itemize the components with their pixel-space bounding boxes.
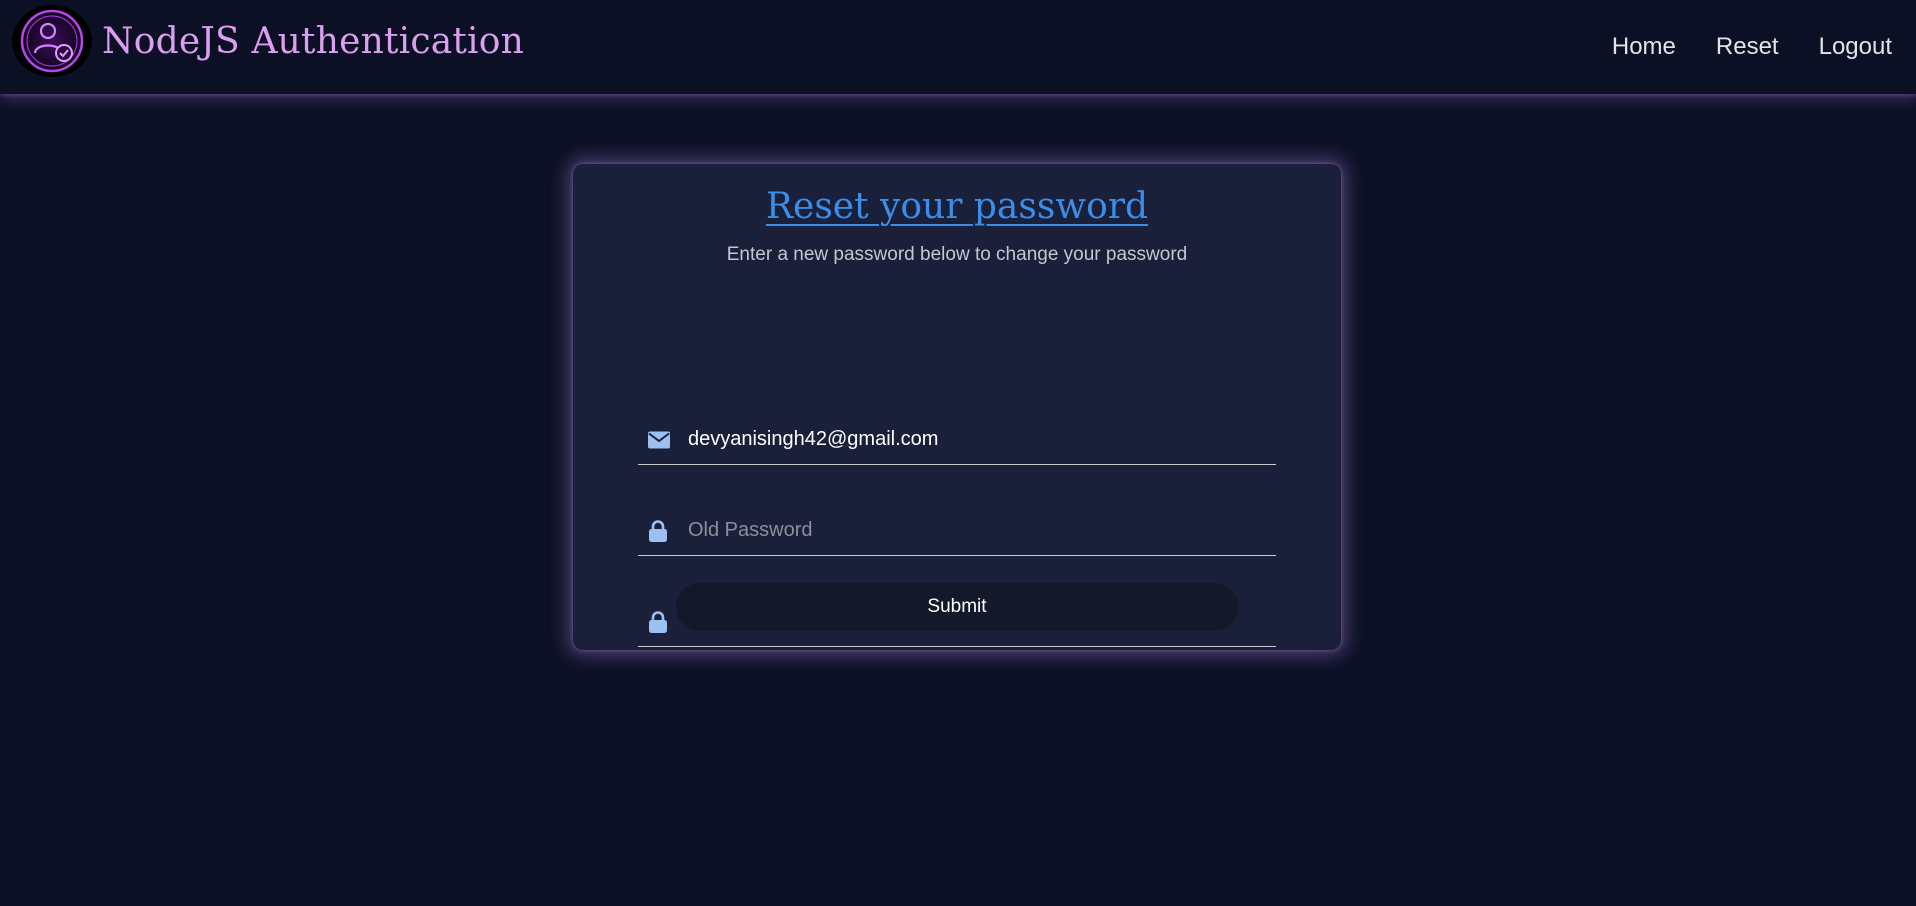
- old-password-input[interactable]: [688, 506, 1268, 554]
- old-password-field: [638, 506, 1276, 556]
- navbar: NodeJS Authentication Home Reset Logout: [0, 0, 1916, 94]
- lock-icon: [648, 519, 668, 542]
- card-title[interactable]: Reset your password: [573, 186, 1341, 227]
- nav-home-link[interactable]: Home: [1612, 33, 1676, 61]
- nav-logout-link[interactable]: Logout: [1819, 33, 1892, 61]
- reset-password-card: Reset your password Enter a new password…: [573, 164, 1341, 650]
- nav-reset-link[interactable]: Reset: [1716, 33, 1779, 61]
- email-field: [638, 415, 1276, 465]
- brand-link[interactable]: NodeJS Authentication: [12, 5, 524, 77]
- email-input[interactable]: [688, 415, 1268, 463]
- brand-title: NodeJS Authentication: [102, 20, 525, 62]
- card-subtitle: Enter a new password below to change you…: [726, 244, 1188, 265]
- user-security-icon: [12, 5, 92, 77]
- nav-links: Home Reset Logout: [1572, 0, 1892, 94]
- lock-icon: [648, 610, 668, 633]
- envelope-icon: [648, 431, 670, 448]
- submit-button[interactable]: Submit: [676, 583, 1238, 631]
